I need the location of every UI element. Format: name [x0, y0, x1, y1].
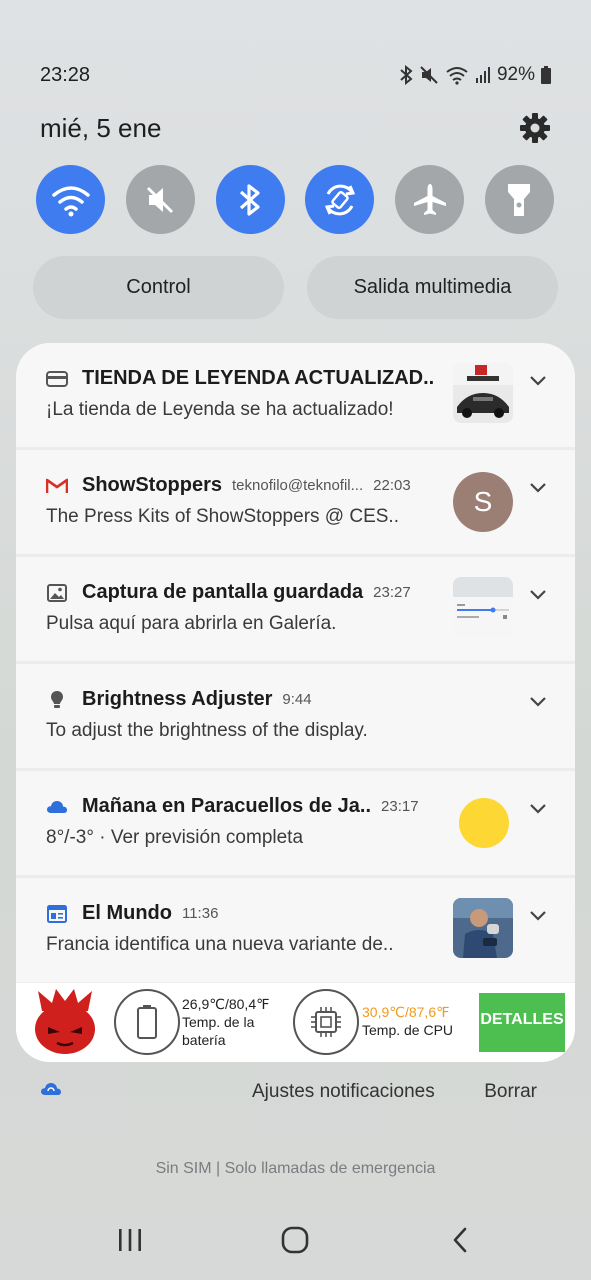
recents-icon	[119, 1229, 141, 1251]
notification-title: Captura de pantalla guardada	[82, 581, 364, 603]
battery-temp-value: 26,9℃/80,4℉	[182, 996, 270, 1012]
notification-body: Pulsa aquí para abrirla en Galería.	[46, 613, 337, 634]
cpu-temp-label: Temp. de CPU	[362, 1022, 454, 1038]
screenshot-thumbnail	[453, 577, 513, 637]
antutu-widget[interactable]: 26,9℃/80,4℉ Temp. de la batería 30,9℃/87…	[16, 983, 575, 1062]
home-button[interactable]	[275, 1223, 315, 1257]
battery-icon	[541, 66, 551, 84]
battery-icon	[137, 1005, 157, 1039]
chevron-down-icon[interactable]	[527, 797, 549, 819]
wifi-icon	[51, 185, 90, 216]
notification-item[interactable]: TIENDA DE LEYENDA ACTUALIZAD.. ¡La tiend…	[16, 343, 575, 447]
cloud-icon	[46, 796, 68, 818]
clear-all-button[interactable]: Borrar	[484, 1081, 537, 1103]
notification-title: Brightness Adjuster	[82, 688, 273, 710]
chevron-down-icon[interactable]	[527, 583, 549, 605]
notification-body: ¡La tienda de Leyenda se ha actualizado!	[46, 399, 394, 420]
gmail-icon	[46, 475, 68, 497]
chevron-down-icon[interactable]	[527, 476, 549, 498]
bluetooth-toggle[interactable]	[215, 165, 285, 234]
status-time: 23:28	[40, 63, 91, 86]
pill-row: Control Salida multimedia	[33, 256, 558, 319]
notification-title: Mañana en Paracuellos de Ja..	[82, 795, 372, 817]
bulb-icon	[46, 689, 68, 711]
notification-body: To adjust the brightness of the display.	[46, 720, 368, 741]
notification-body: 8°/-3° · Ver previsión completa	[46, 827, 304, 848]
signal-icon	[475, 66, 491, 84]
notification-sender: teknofilo@teknofil...	[232, 477, 364, 494]
control-button[interactable]: Control	[33, 256, 284, 319]
chevron-down-icon[interactable]	[527, 690, 549, 712]
date-label: mié, 5 ene	[40, 112, 162, 143]
battery-temp-label: batería	[182, 1032, 226, 1048]
status-bar: 23:28 92%	[40, 60, 551, 90]
notification-item[interactable]: ShowStoppers teknofilo@teknofil... 22:03…	[16, 450, 575, 554]
chevron-down-icon[interactable]	[527, 904, 549, 926]
notification-item[interactable]: El Mundo 11:36 Francia identifica una nu…	[16, 878, 575, 982]
notification-body: Francia identifica una nueva variante de…	[46, 934, 394, 955]
chevron-down-icon[interactable]	[527, 369, 549, 391]
battery-percent: 92%	[496, 64, 535, 85]
cpu-temp-value: 30,9℃/87,6℉	[362, 1004, 450, 1020]
notification-time: 23:17	[381, 798, 419, 815]
rotate-icon	[324, 184, 356, 215]
image-icon	[46, 582, 68, 604]
news-thumbnail	[453, 898, 513, 958]
notification-title: ShowStoppers	[82, 474, 223, 496]
notification-time: 22:03	[373, 477, 411, 494]
home-icon	[281, 1226, 309, 1254]
notification-time: 11:36	[181, 905, 219, 922]
recents-button[interactable]	[110, 1223, 150, 1257]
back-icon	[453, 1227, 467, 1253]
battery-gauge	[114, 989, 180, 1055]
cloud-sync-icon	[40, 1081, 62, 1103]
status-icons: 92%	[399, 64, 551, 86]
quick-settings	[36, 165, 554, 234]
airplane-icon	[413, 183, 446, 215]
cpu-gauge	[293, 989, 359, 1055]
date-row: mié, 5 ene	[40, 112, 551, 144]
rotate-toggle[interactable]	[305, 165, 375, 234]
mute-icon	[419, 65, 439, 85]
notification-panel: TIENDA DE LEYENDA ACTUALIZAD.. ¡La tiend…	[16, 343, 575, 1062]
notification-item[interactable]: Mañana en Paracuellos de Ja.. 23:17 8°/-…	[16, 771, 575, 875]
media-output-button[interactable]: Salida multimedia	[307, 256, 558, 319]
flashlight-icon	[508, 183, 531, 216]
notification-time: 23:27	[373, 584, 411, 601]
battery-temp-block: 26,9℃/80,4℉ Temp. de la batería	[182, 995, 269, 1049]
sound-toggle[interactable]	[125, 165, 195, 234]
navigation-bar	[0, 1215, 591, 1265]
mute-icon	[147, 186, 174, 213]
flashlight-toggle[interactable]	[484, 165, 554, 234]
notification-title: El Mundo	[82, 902, 172, 924]
cpu-temp-block: 30,9℃/87,6℉ Temp. de CPU	[362, 1003, 453, 1039]
store-icon	[46, 368, 68, 390]
cpu-icon	[311, 1007, 341, 1037]
avatar: S	[453, 472, 513, 532]
antutu-logo-icon	[30, 987, 100, 1057]
notification-item[interactable]: Brightness Adjuster 9:44 To adjust the b…	[16, 664, 575, 768]
gear-icon[interactable]	[519, 112, 551, 144]
wifi-icon	[445, 65, 469, 85]
wifi-toggle[interactable]	[36, 165, 105, 234]
sun-icon	[459, 798, 509, 848]
bluetooth-icon	[399, 65, 413, 85]
notification-settings-button[interactable]: Ajustes notificaciones	[252, 1081, 435, 1103]
carrier-status: Sin SIM | Solo llamadas de emergencia	[155, 1160, 436, 1177]
notification-body: The Press Kits of ShowStoppers @ CES..	[46, 506, 399, 527]
notification-item[interactable]: Captura de pantalla guardada 23:27 Pulsa…	[16, 557, 575, 661]
notification-title: TIENDA DE LEYENDA ACTUALIZAD..	[82, 367, 435, 389]
notification-time: 9:44	[282, 691, 312, 708]
battery-temp-label: Temp. de la	[182, 1014, 255, 1030]
bluetooth-icon	[240, 183, 260, 216]
news-icon	[46, 903, 68, 925]
notification-actions: Ajustes notificaciones Borrar	[40, 1078, 551, 1106]
back-button[interactable]	[441, 1223, 481, 1257]
details-button[interactable]: DETALLES	[479, 993, 565, 1052]
asphalt-thumbnail	[453, 363, 513, 423]
airplane-toggle[interactable]	[395, 165, 465, 234]
